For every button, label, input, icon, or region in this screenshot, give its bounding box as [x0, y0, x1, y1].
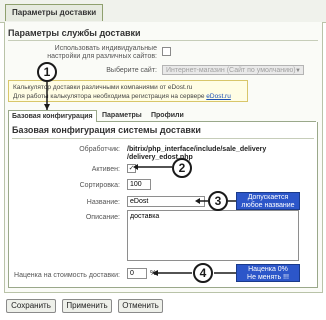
arrowhead-3 — [195, 198, 200, 204]
callout-any-name: Допускается любое название — [236, 192, 300, 210]
marker-2: 2 — [172, 158, 192, 178]
marker-1: 1 — [37, 62, 57, 82]
callout-4-line-2: Не менять !!! — [247, 274, 289, 281]
marker-3: 3 — [208, 191, 228, 211]
marker-4: 4 — [193, 263, 213, 283]
callout-3-line-2: любое название — [241, 202, 295, 209]
apply-button[interactable]: Применить — [62, 299, 112, 313]
arrowhead-2 — [133, 164, 138, 170]
cancel-button[interactable]: Отменить — [118, 299, 163, 313]
arrowhead-1 — [44, 104, 50, 110]
callout-markup-zero: Наценка 0% Не менять !!! — [236, 264, 300, 282]
callout-4-line-1: Наценка 0% — [248, 266, 288, 273]
callout-3-line-1: Допускается — [247, 194, 289, 201]
save-button[interactable]: Сохранить — [6, 299, 56, 313]
arrowhead-4 — [152, 270, 158, 276]
